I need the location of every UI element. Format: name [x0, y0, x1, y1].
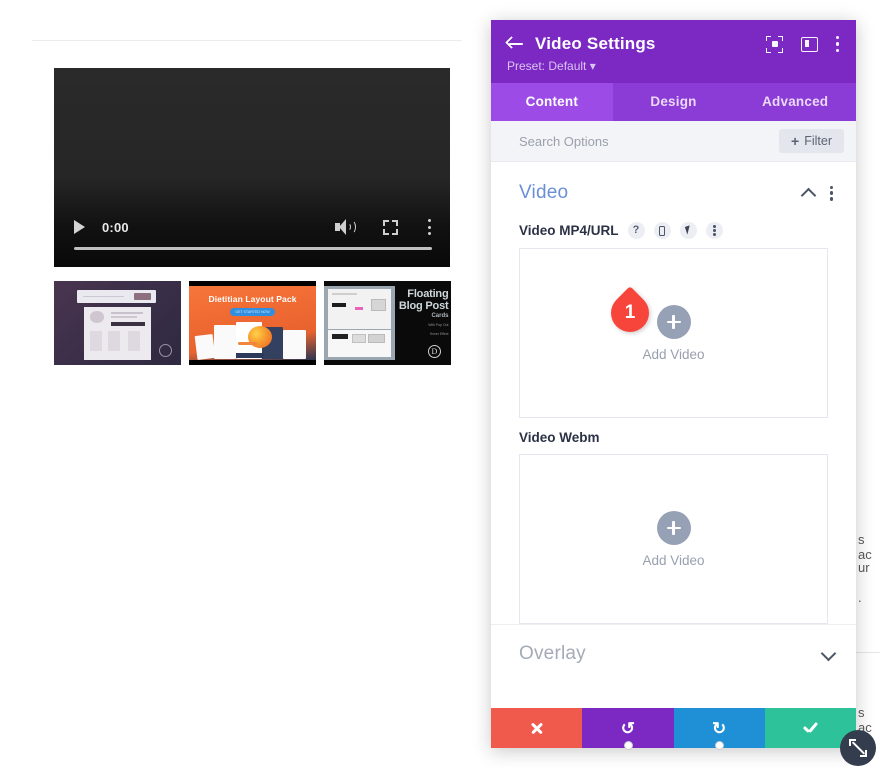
- hover-cursor-icon[interactable]: [679, 222, 697, 239]
- field-label-video-webm: Video Webm: [519, 430, 600, 445]
- modal-body: Video Video MP4/URL ? Add Video Video We…: [491, 162, 856, 708]
- redo-icon: ↻: [712, 718, 727, 738]
- section-header-overlay[interactable]: Overlay: [491, 624, 856, 683]
- field-video-webm: Video Webm Add Video: [491, 418, 856, 624]
- section-more-options-icon[interactable]: [830, 185, 834, 201]
- cancel-button[interactable]: [491, 708, 583, 748]
- video-mp4-upload-box[interactable]: Add Video: [519, 248, 828, 418]
- video-controls: 0:00: [54, 205, 450, 267]
- screen-root: 0:00 Dietitian Layout Pack GET STARTED N…: [0, 0, 880, 768]
- thumbnail-3[interactable]: Floating Blog Post Cards With Pop Out Ho…: [324, 281, 451, 365]
- field-label-video-mp4: Video MP4/URL: [519, 223, 619, 238]
- thumbnail-strip: Dietitian Layout Pack GET STARTED NOW Fl…: [54, 281, 451, 365]
- panel-layout-icon[interactable]: [801, 36, 818, 52]
- plus-icon: +: [791, 133, 800, 149]
- video-settings-modal: Video Settings Preset: Default ▾ Content…: [491, 20, 856, 748]
- help-icon[interactable]: ?: [627, 222, 645, 239]
- play-icon[interactable]: [74, 220, 85, 234]
- video-time: 0:00: [102, 219, 129, 235]
- background-text-fragment-3: .: [858, 590, 862, 605]
- divi-logo-icon: D: [427, 345, 441, 359]
- thumbnail-1[interactable]: [54, 281, 181, 365]
- more-options-icon[interactable]: [428, 219, 432, 235]
- add-video-label: Add Video: [642, 346, 705, 362]
- thumbnail-3-caption-1: With Pop Out: [428, 323, 449, 328]
- tab-advanced[interactable]: Advanced: [734, 83, 856, 121]
- field-more-options-icon[interactable]: [705, 222, 723, 239]
- video-webm-upload-box[interactable]: Add Video: [519, 454, 828, 624]
- back-arrow-icon[interactable]: [505, 36, 525, 52]
- modal-footer: ↺ ↻: [491, 708, 856, 748]
- divi-logo-icon: [159, 344, 173, 358]
- footer-drag-dot-left[interactable]: [624, 741, 633, 750]
- tab-design[interactable]: Design: [613, 83, 735, 121]
- search-input[interactable]: Search Options: [519, 134, 779, 149]
- top-divider: [32, 40, 462, 41]
- background-divider: [856, 652, 880, 653]
- modal-title: Video Settings: [535, 34, 656, 53]
- annotation-marker-1: 1: [603, 286, 669, 340]
- search-bar: Search Options + Filter: [491, 121, 856, 162]
- thumbnail-2[interactable]: Dietitian Layout Pack GET STARTED NOW: [189, 281, 316, 365]
- video-progress-bar[interactable]: [74, 247, 432, 250]
- background-text-fragment-1: s ac: [858, 532, 872, 562]
- filter-button[interactable]: + Filter: [779, 129, 844, 153]
- volume-icon[interactable]: [335, 219, 356, 235]
- filter-label: Filter: [804, 134, 832, 148]
- video-player[interactable]: 0:00: [54, 68, 450, 267]
- modal-tabs: Content Design Advanced: [491, 83, 856, 121]
- thumbnail-3-title-line2: Blog Post: [398, 299, 449, 312]
- footer-drag-dot-right[interactable]: [715, 741, 724, 750]
- modal-header: Video Settings Preset: Default ▾: [491, 20, 856, 83]
- preset-caret-icon: ▾: [589, 59, 596, 73]
- section-header-video[interactable]: Video: [491, 162, 856, 210]
- undo-icon: ↺: [620, 718, 635, 738]
- thumbnail-2-cta: GET STARTED NOW: [229, 308, 276, 317]
- thumbnail-3-subtitle: Cards: [431, 313, 449, 320]
- thumbnail-2-title: Dietitian Layout Pack: [208, 294, 297, 305]
- resize-handle-icon[interactable]: [840, 730, 876, 766]
- page-content-area: 0:00 Dietitian Layout Pack GET STARTED N…: [0, 0, 491, 768]
- chevron-up-icon[interactable]: [800, 187, 817, 203]
- close-x-icon: [530, 721, 544, 735]
- tab-content[interactable]: Content: [491, 83, 613, 121]
- fullscreen-icon[interactable]: [383, 219, 398, 235]
- add-video-label: Add Video: [642, 552, 705, 568]
- field-video-mp4-url: Video MP4/URL ? Add Video: [491, 210, 856, 418]
- responsive-mobile-icon[interactable]: [653, 222, 671, 239]
- section-title-overlay: Overlay: [519, 643, 586, 664]
- chevron-down-icon[interactable]: [820, 645, 837, 661]
- background-text-fragment-2: ur: [858, 560, 870, 575]
- preset-label: Preset: Default: [507, 59, 587, 73]
- plus-icon[interactable]: [656, 510, 691, 545]
- checkmark-icon: [802, 721, 818, 735]
- annotation-marker-number: 1: [624, 302, 636, 323]
- focus-mode-icon[interactable]: [766, 35, 783, 53]
- thumbnail-3-caption-2: Hover Effect: [429, 332, 449, 337]
- preset-selector[interactable]: Preset: Default ▾: [507, 59, 840, 73]
- section-title-video: Video: [519, 182, 569, 203]
- modal-more-options-icon[interactable]: [836, 36, 840, 52]
